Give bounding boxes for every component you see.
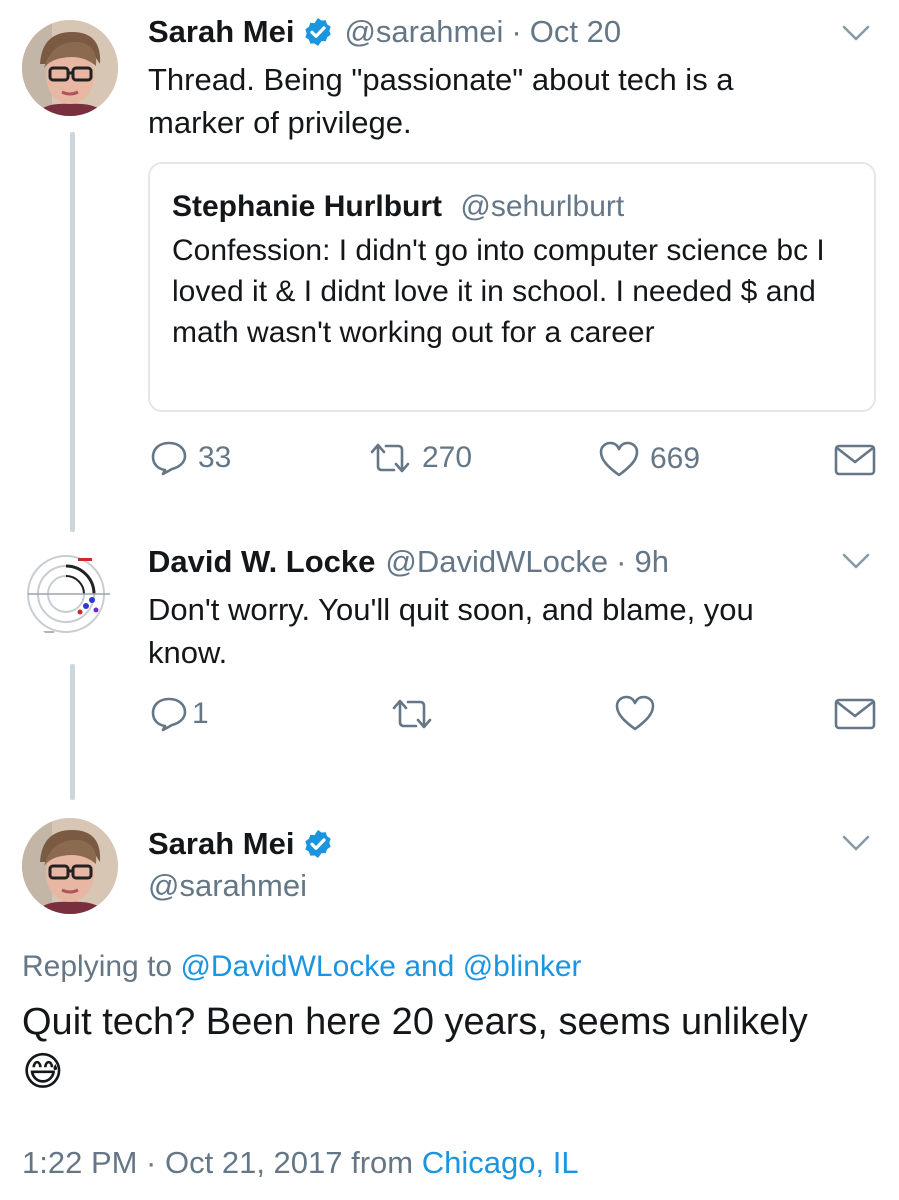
replying-prefix: Replying to (22, 950, 173, 983)
tweet-header: Sarah Mei @sarahmei · Oct 20 (148, 12, 621, 52)
avatar[interactable] (24, 548, 116, 640)
author-handle[interactable]: @DavidWLocke (385, 542, 608, 582)
dm-button[interactable] (834, 698, 876, 730)
tweet-time[interactable]: Oct 20 (530, 12, 621, 52)
replying-and: and (404, 950, 455, 983)
chevron-down-icon[interactable] (842, 24, 870, 42)
mention-link[interactable]: @DavidWLocke (180, 950, 396, 983)
tweet-timestamp: 1:22 PM · Oct 21, 2017 from Chicago, IL (22, 1145, 579, 1181)
timestamp-text: 1:22 PM · Oct 21, 2017 from (22, 1145, 414, 1180)
chevron-down-icon[interactable] (842, 552, 870, 570)
location-link[interactable]: Chicago, IL (422, 1145, 579, 1180)
reply-button[interactable]: 33 (150, 440, 231, 476)
retweet-count: 270 (422, 441, 473, 474)
tweet-text: Don't worry. You'll quit soon, and blame… (148, 592, 754, 670)
avatar[interactable] (22, 818, 118, 914)
heart-icon (599, 441, 639, 477)
mention-link[interactable]: @blinker (463, 950, 582, 983)
like-count: 669 (650, 442, 701, 475)
sweat-smile-emoji: 😅 (22, 1050, 64, 1094)
tweet-header: Sarah Mei (148, 824, 334, 864)
retweet-button[interactable]: 270 (368, 440, 472, 476)
envelope-icon (834, 698, 876, 730)
verified-badge-icon (302, 16, 334, 48)
like-button[interactable]: 669 (598, 440, 700, 478)
tweet-time[interactable]: 9h (634, 542, 668, 582)
reply-icon (151, 441, 187, 476)
retweet-icon (392, 699, 432, 729)
separator-dot: · (616, 544, 627, 579)
retweet-button[interactable] (390, 696, 434, 732)
author-handle-line: @sarahmei (148, 866, 307, 906)
author-name[interactable]: Sarah Mei (148, 824, 294, 864)
tweet-body: Quit tech? Been here 20 years, seems unl… (22, 1001, 808, 1043)
verified-badge-icon (302, 828, 334, 860)
retweet-icon (370, 443, 410, 473)
dm-button[interactable] (834, 444, 876, 476)
quote-header: Stephanie Hurlburt @sehurlburt (172, 188, 624, 226)
reply-button[interactable]: 1 (150, 696, 209, 732)
thread-line (70, 132, 75, 532)
avatar[interactable] (22, 20, 118, 116)
chevron-down-icon[interactable] (842, 834, 870, 852)
like-button[interactable] (614, 694, 656, 732)
thread-line (70, 664, 75, 800)
author-name[interactable]: Sarah Mei (148, 12, 294, 52)
author-handle[interactable]: @sarahmei (148, 866, 307, 906)
tweet-header: David W. Locke @DavidWLocke · 9h (148, 542, 669, 582)
envelope-icon (834, 444, 876, 476)
author-handle[interactable]: @sarahmei (344, 12, 503, 52)
reply-count: 33 (198, 441, 232, 474)
reply-count: 1 (192, 697, 209, 730)
separator-dot: · (511, 14, 522, 49)
quote-author-handle: @sehurlburt (460, 190, 625, 223)
quote-text: Confession: I didn't go into computer sc… (172, 234, 825, 349)
author-name[interactable]: David W. Locke (148, 542, 375, 582)
quote-tweet[interactable]: Stephanie Hurlburt @sehurlburt Confessio… (148, 162, 876, 412)
quote-author-name: Stephanie Hurlburt (172, 190, 443, 223)
heart-icon (615, 695, 655, 731)
replying-to: Replying to @DavidWLocke and @blinker (22, 950, 582, 984)
reply-icon (151, 697, 187, 732)
tweet-text: Thread. Being "passionate" about tech is… (148, 62, 734, 140)
tweet-text: Quit tech? Been here 20 years, seems unl… (22, 997, 882, 1098)
